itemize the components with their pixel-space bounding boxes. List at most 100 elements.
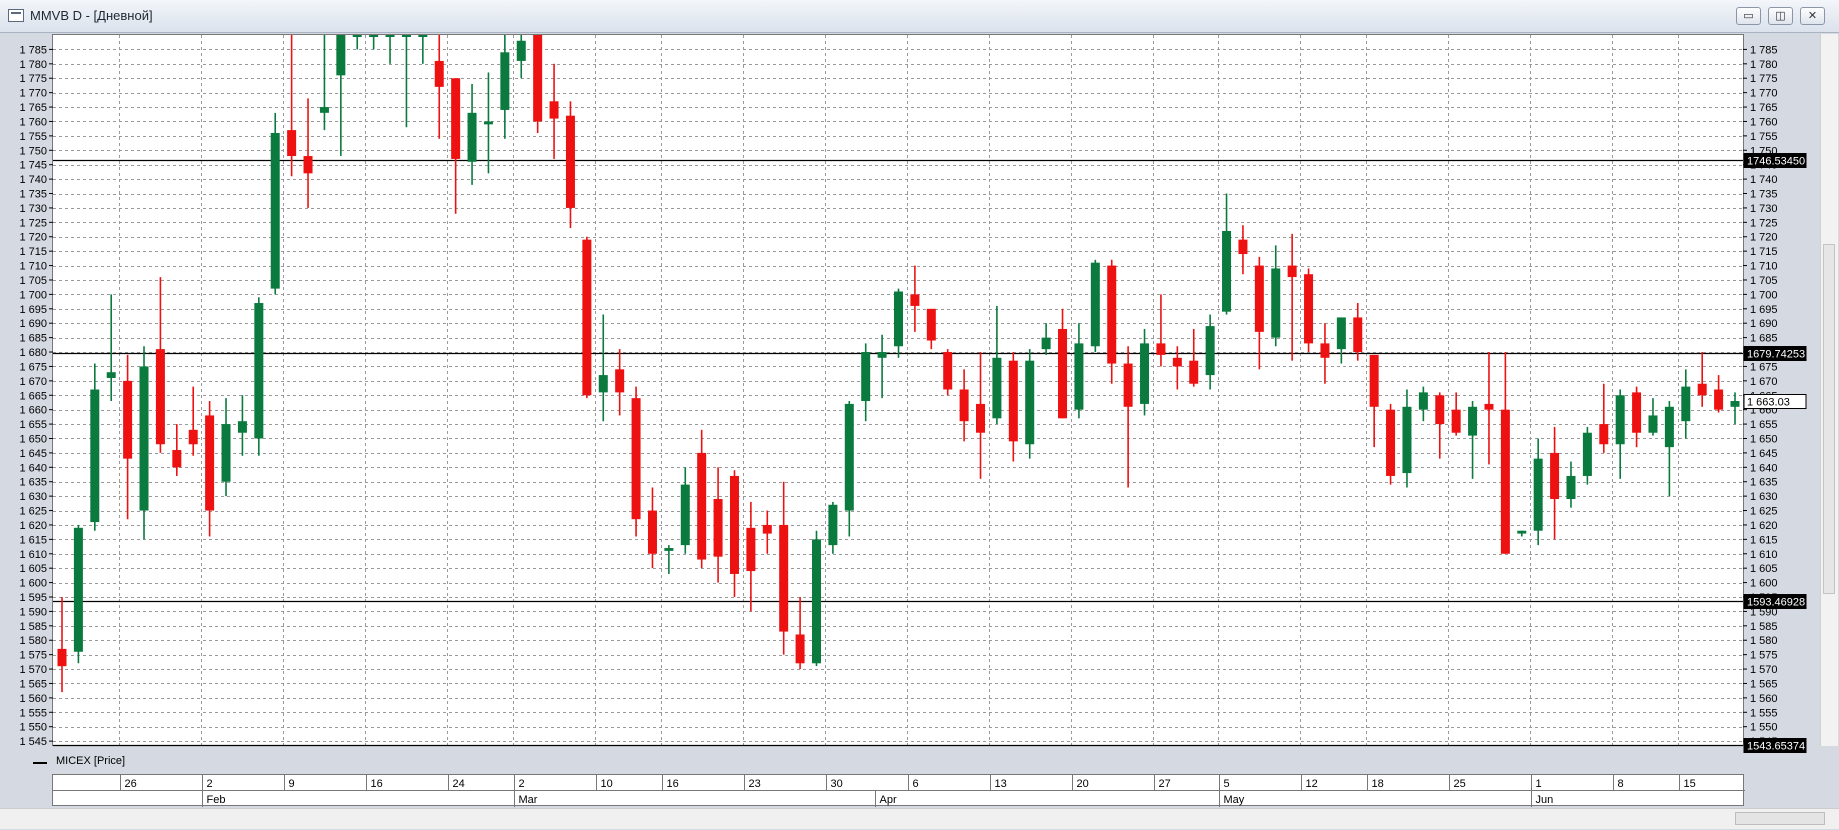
y-tick-label-right: 1 695 — [1750, 304, 1778, 316]
candle — [828, 501, 838, 554]
candle — [1271, 245, 1281, 347]
candle — [1336, 317, 1346, 364]
candle — [1090, 259, 1100, 353]
candle-body — [1533, 458, 1543, 531]
candle-body — [1156, 343, 1166, 355]
candle-body — [352, 35, 362, 37]
level-marker-label: 1746.53450 — [1747, 156, 1805, 168]
candle-body — [1681, 386, 1691, 422]
candle — [762, 510, 772, 554]
candle — [582, 236, 592, 399]
y-tick-label-right: 1 640 — [1750, 462, 1778, 474]
candle-body — [746, 527, 756, 572]
candle-body — [188, 429, 198, 445]
candle-body — [155, 349, 165, 445]
y-tick-label-left: 1 765 — [19, 102, 47, 114]
candle-body — [1025, 360, 1035, 445]
candle — [385, 35, 395, 64]
candle — [90, 363, 100, 531]
vertical-scroll-thumb[interactable] — [1823, 244, 1835, 594]
y-tick-label-right: 1 765 — [1750, 102, 1778, 114]
day-label: 2 — [207, 778, 213, 790]
day-label: 18 — [1372, 778, 1384, 790]
candle — [959, 369, 969, 442]
candle-body — [549, 101, 559, 119]
month-label: Apr — [880, 794, 897, 806]
candle — [1500, 352, 1510, 554]
y-tick-label-left: 1 700 — [19, 289, 47, 301]
legend-line-swatch — [33, 762, 47, 764]
month-label: Feb — [207, 794, 226, 806]
candle — [598, 314, 608, 422]
candle — [123, 354, 133, 520]
candle-body — [270, 132, 280, 289]
y-tick-label-left: 1 615 — [19, 534, 47, 546]
candle — [664, 545, 674, 574]
y-tick-label-right: 1 610 — [1750, 549, 1778, 561]
candle — [746, 501, 756, 612]
y-tick-label-right: 1 705 — [1750, 275, 1778, 287]
candle — [910, 265, 920, 332]
candle-body — [303, 156, 313, 174]
candle — [1041, 323, 1051, 355]
candle-body — [828, 504, 838, 546]
vertical-scrollbar[interactable] — [1820, 34, 1838, 746]
candle — [1107, 259, 1117, 384]
candle-body — [631, 398, 641, 520]
candle-body — [1402, 406, 1412, 474]
y-tick-label-left: 1 645 — [19, 448, 47, 460]
candle-body — [1550, 452, 1560, 500]
y-tick-label-left: 1 650 — [19, 433, 47, 445]
candle — [73, 524, 83, 664]
candle — [877, 334, 887, 399]
candle-body — [369, 35, 379, 37]
candle-body — [1566, 475, 1576, 500]
candle — [1238, 225, 1248, 275]
horizontal-scrollbar[interactable] — [0, 808, 1839, 829]
y-tick-label-left: 1 670 — [19, 376, 47, 388]
y-tick-label-right: 1 635 — [1750, 477, 1778, 489]
candle — [1435, 392, 1445, 459]
candle — [615, 349, 625, 416]
candle-body — [237, 421, 247, 433]
y-tick-label-left: 1 605 — [19, 563, 47, 575]
candle — [1517, 530, 1527, 537]
candle — [1058, 308, 1068, 419]
y-tick-label-left: 1 635 — [19, 477, 47, 489]
y-tick-label-right: 1 715 — [1750, 246, 1778, 258]
candle — [1730, 392, 1740, 425]
candle-body — [1336, 317, 1346, 350]
candle — [172, 424, 182, 476]
day-label: 30 — [831, 778, 843, 790]
y-tick-label-right: 1 685 — [1750, 333, 1778, 345]
candle — [205, 401, 215, 537]
horizontal-scroll-thumb[interactable] — [1735, 812, 1825, 825]
y-tick-label-left: 1 695 — [19, 304, 47, 316]
candle-body — [254, 303, 264, 439]
y-tick-label-left: 1 735 — [19, 189, 47, 201]
y-tick-label-right: 1 555 — [1750, 707, 1778, 719]
candle-body — [582, 239, 592, 396]
candle — [926, 308, 936, 350]
y-tick-label-left: 1 545 — [19, 736, 47, 748]
candle-body — [451, 78, 461, 159]
candle — [1304, 268, 1314, 353]
candle-body — [795, 634, 805, 664]
candle-body — [1222, 230, 1232, 312]
candle — [861, 343, 871, 422]
candle — [647, 487, 657, 569]
candle — [1615, 389, 1625, 479]
candle — [303, 98, 313, 208]
candle — [779, 481, 789, 655]
y-tick-label-right: 1 620 — [1750, 520, 1778, 532]
y-tick-label-right: 1 585 — [1750, 621, 1778, 633]
candlestick-chart[interactable]: 1 545 1 550 1 555 1 560 1 565 1 570 1 575 1 580… — [0, 0, 1839, 808]
candle-body — [615, 369, 625, 393]
candle — [1369, 354, 1379, 448]
candle-body — [992, 357, 1002, 419]
candle-body — [483, 121, 493, 125]
date-axis: 26 2 9 16 24 2 10 16 23 30 6 13 20 27 5 12 18 25 1 8 15 Feb Ma… — [52, 774, 1745, 807]
candle-body — [1123, 363, 1133, 407]
day-label: 16 — [667, 778, 679, 790]
day-label: 8 — [1618, 778, 1624, 790]
